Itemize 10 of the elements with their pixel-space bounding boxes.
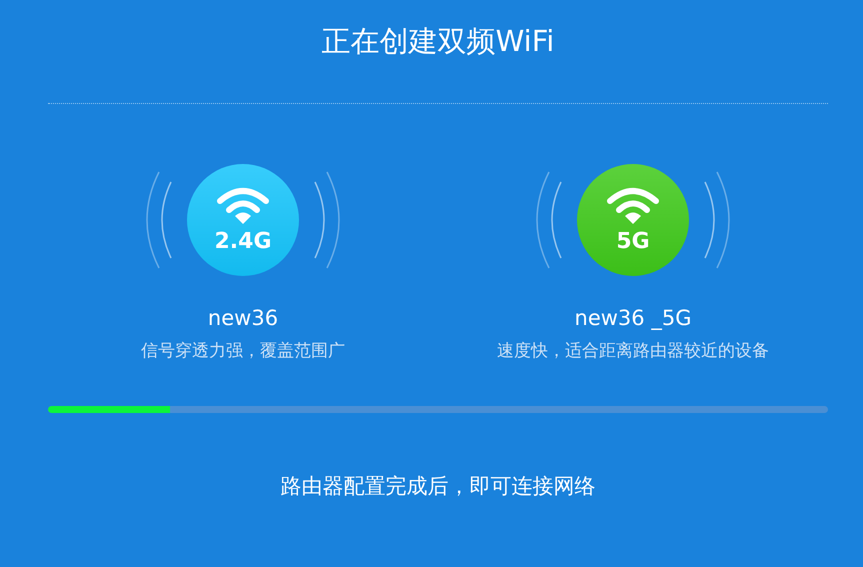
band-description: 速度快，适合距离路由器较近的设备 [497,340,769,363]
network-name: new36 _5G [574,305,692,332]
network-name: new36 [208,305,278,332]
band-label: 2.4G [214,229,272,255]
status-message: 路由器配置完成后，即可连接网络 [280,473,596,500]
band-description: 信号穿透力强，覆盖范围广 [141,340,345,363]
band-label: 5G [616,229,650,255]
wifi-icon [216,187,270,225]
wifi-icon [606,187,660,225]
page-title: 正在创建双频WiFi [320,23,556,60]
